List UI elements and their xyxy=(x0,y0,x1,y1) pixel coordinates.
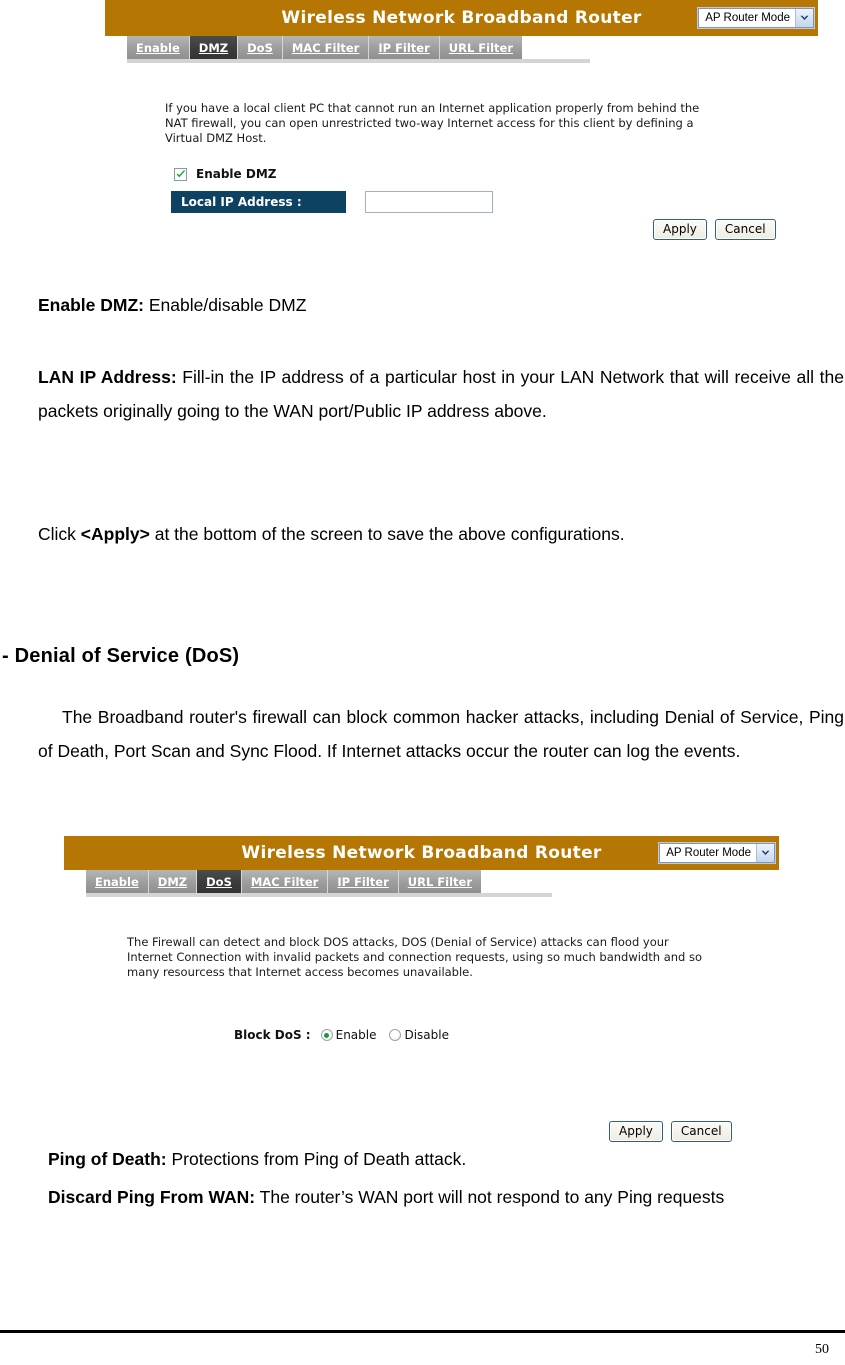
tab-dos[interactable]: DoS xyxy=(197,870,242,893)
dmz-button-row: Apply Cancel xyxy=(653,219,776,240)
enable-dmz-term: Enable DMZ: xyxy=(38,295,144,315)
footer-divider xyxy=(0,1330,845,1333)
tab-enable[interactable]: Enable xyxy=(127,36,190,59)
tab-dmz-label: DMZ xyxy=(198,40,229,55)
enable-dmz-row[interactable]: Enable DMZ xyxy=(174,167,276,181)
dmz-description: If you have a local client PC that canno… xyxy=(165,101,700,145)
dmz-cancel-button[interactable]: Cancel xyxy=(714,219,776,240)
click-apply-pre: Click xyxy=(38,524,81,544)
tab-mac-filter[interactable]: MAC Filter xyxy=(282,36,370,59)
checkmark-icon xyxy=(176,169,185,177)
block-dos-row: Block DoS : Enable Disable xyxy=(234,1028,456,1042)
page-number: 50 xyxy=(815,1342,829,1357)
tab-dos-label: DoS xyxy=(247,40,273,55)
dos-panel-body: The Firewall can detect and block DOS at… xyxy=(64,897,779,1142)
tab-enable-label: Enable xyxy=(95,874,139,889)
tab-ip-filter[interactable]: IP Filter xyxy=(369,36,440,59)
click-apply-bold: <Apply> xyxy=(80,524,150,544)
block-dos-disable-label: Disable xyxy=(404,1028,449,1042)
dos-description: The Firewall can detect and block DOS at… xyxy=(127,935,703,979)
tab-mac-filter-label: MAC Filter xyxy=(250,874,319,889)
discard-ping-definition: Discard Ping From WAN: The router’s WAN … xyxy=(48,1182,828,1212)
dos-cancel-button[interactable]: Cancel xyxy=(670,1121,732,1142)
local-ip-label: Local IP Address : xyxy=(171,191,346,213)
tab-dmz-label: DMZ xyxy=(157,874,188,889)
chevron-down-icon[interactable] xyxy=(795,9,813,27)
lan-ip-term: LAN IP Address: xyxy=(38,367,177,387)
dmz-apply-button[interactable]: Apply xyxy=(653,219,707,240)
ping-of-death-term: Ping of Death: xyxy=(48,1149,167,1169)
tab-dmz[interactable]: DMZ xyxy=(148,870,198,893)
tab-mac-filter-label: MAC Filter xyxy=(291,40,360,55)
tab-enable-label: Enable xyxy=(136,40,180,55)
enable-dmz-desc: Enable/disable DMZ xyxy=(143,295,307,315)
dmz-panel-header: Wireless Network Broadband Router AP Rou… xyxy=(105,0,818,36)
enable-dmz-definition: Enable DMZ: Enable/disable DMZ xyxy=(38,288,828,322)
dos-router-panel: Wireless Network Broadband Router AP Rou… xyxy=(64,836,779,1142)
block-dos-label: Block DoS : xyxy=(234,1028,311,1042)
local-ip-input[interactable] xyxy=(365,191,493,213)
tab-mac-filter[interactable]: MAC Filter xyxy=(241,870,329,893)
tab-url-filter-label: URL Filter xyxy=(448,40,514,55)
tab-dmz[interactable]: DMZ xyxy=(189,36,239,59)
tab-ip-filter-label: IP Filter xyxy=(378,40,430,55)
lan-ip-definition: LAN IP Address: Fill-in the IP address o… xyxy=(38,360,844,428)
discard-ping-desc: The router’s WAN port will not respond t… xyxy=(255,1187,725,1207)
dmz-mode-select-value: AP Router Mode xyxy=(705,12,790,24)
dmz-tabbar: Enable DMZ DoS MAC Filter IP Filter URL … xyxy=(127,36,590,59)
dmz-mode-select[interactable]: AP Router Mode xyxy=(698,8,814,28)
radio-selected-icon[interactable] xyxy=(320,1029,333,1041)
radio-unselected-icon[interactable] xyxy=(389,1029,402,1041)
block-dos-radio-disable[interactable]: Disable xyxy=(389,1028,449,1042)
chevron-down-icon[interactable] xyxy=(756,844,774,862)
tab-ip-filter[interactable]: IP Filter xyxy=(328,870,399,893)
ping-of-death-definition: Ping of Death: Protections from Ping of … xyxy=(48,1142,838,1176)
tab-url-filter[interactable]: URL Filter xyxy=(398,870,482,893)
discard-ping-term: Discard Ping From WAN: xyxy=(48,1187,256,1207)
block-dos-radio-enable[interactable]: Enable xyxy=(320,1028,377,1042)
tab-enable[interactable]: Enable xyxy=(86,870,149,893)
ping-of-death-desc: Protections from Ping of Death attack. xyxy=(166,1149,467,1169)
enable-dmz-label: Enable DMZ xyxy=(196,167,277,181)
enable-dmz-checkbox[interactable] xyxy=(174,167,187,181)
click-apply-note: Click <Apply> at the bottom of the scree… xyxy=(38,517,828,551)
click-apply-post: at the bottom of the screen to save the … xyxy=(149,524,625,544)
dos-apply-button[interactable]: Apply xyxy=(609,1121,663,1142)
block-dos-enable-label: Enable xyxy=(335,1028,377,1042)
tab-url-filter[interactable]: URL Filter xyxy=(439,36,523,59)
dmz-panel-body: If you have a local client PC that canno… xyxy=(105,63,818,256)
dos-intro-paragraph: The Broadband router's firewall can bloc… xyxy=(38,707,844,761)
dos-panel-header: Wireless Network Broadband Router AP Rou… xyxy=(64,836,779,870)
tab-dos-label: DoS xyxy=(206,874,232,889)
dos-button-row: Apply Cancel xyxy=(609,1121,732,1142)
dmz-router-panel: Wireless Network Broadband Router AP Rou… xyxy=(105,0,818,256)
dmz-panel-title: Wireless Network Broadband Router xyxy=(281,8,642,28)
dos-mode-select-value: AP Router Mode xyxy=(666,847,751,859)
tab-ip-filter-label: IP Filter xyxy=(337,874,389,889)
tab-url-filter-label: URL Filter xyxy=(407,874,473,889)
dos-mode-select[interactable]: AP Router Mode xyxy=(659,843,775,863)
dos-section-heading: - Denial of Service (DoS) xyxy=(2,645,240,667)
dos-panel-title: Wireless Network Broadband Router xyxy=(241,843,602,863)
tab-dos[interactable]: DoS xyxy=(238,36,283,59)
local-ip-row: Local IP Address : xyxy=(171,191,493,213)
dos-tabbar: Enable DMZ DoS MAC Filter IP Filter URL … xyxy=(86,870,552,893)
